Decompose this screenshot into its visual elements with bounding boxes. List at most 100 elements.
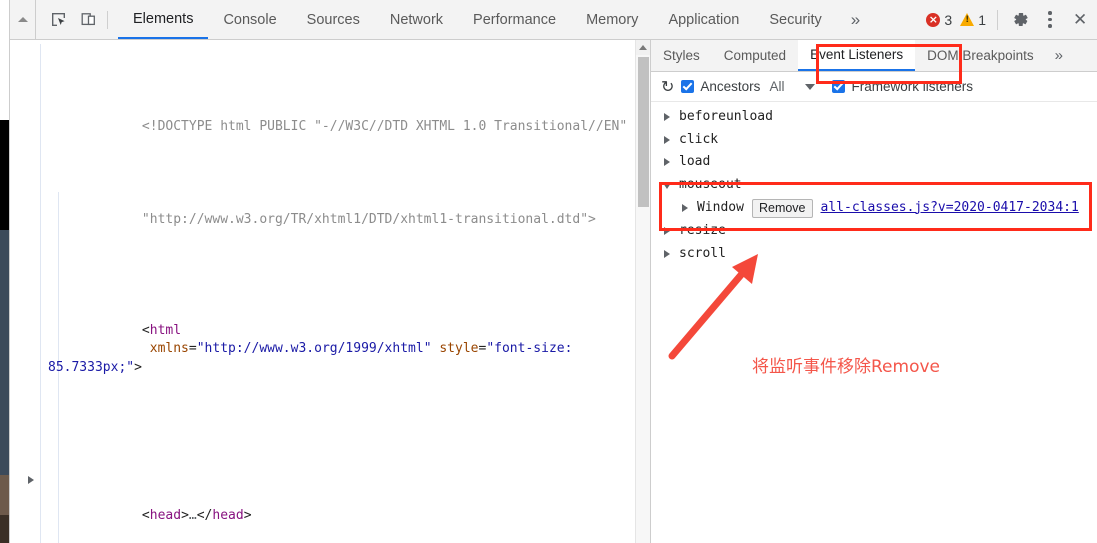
toggle-device-toolbar-button[interactable] [74, 6, 102, 34]
warning-count: 1 [978, 11, 986, 28]
page-strip-band [0, 230, 9, 475]
collapse-button[interactable] [10, 0, 36, 39]
expand-triangle-icon[interactable] [664, 135, 670, 144]
expand-triangle-icon[interactable] [664, 113, 670, 121]
tab-application[interactable]: Application [653, 0, 754, 39]
devtools-toolbar: Elements Console Sources Network Perform… [10, 0, 1097, 40]
close-icon: ✕ [1073, 9, 1087, 29]
event-row-resize[interactable]: resize [651, 220, 1097, 243]
error-icon: × [926, 12, 941, 27]
remove-listener-button[interactable]: Remove [751, 198, 813, 218]
event-row-scroll[interactable]: scroll [651, 243, 1097, 266]
event-row-load[interactable]: load [651, 151, 1097, 174]
expand-triangle-icon[interactable] [664, 227, 670, 235]
framework-listeners-label: Framework listeners [851, 79, 973, 94]
annotation-note: 将监听事件移除Remove [752, 357, 940, 377]
expand-triangle-icon[interactable] [664, 249, 670, 258]
page-strip-band [0, 475, 9, 515]
event-row-beforeunload[interactable]: beforeunload [651, 106, 1097, 129]
tab-dom-breakpoints[interactable]: DOM Breakpoints [915, 40, 1046, 71]
event-name: scroll [679, 245, 726, 261]
toolbar-divider [107, 10, 108, 29]
expand-triangle-icon[interactable] [664, 158, 670, 166]
event-listener-entry-mouseout[interactable]: Window Remove all-classes.js?v=2020-0417… [651, 196, 1097, 220]
tab-memory[interactable]: Memory [571, 0, 653, 39]
dom-line-head[interactable]: <head>…</head> <head>…</head> [10, 470, 650, 543]
event-name: beforeunload [679, 109, 773, 124]
dom-tree: <!DOCTYPE html PUBLIC "-//W3C//DTD XHTML… [10, 40, 650, 543]
event-name: load [679, 154, 711, 169]
tab-network[interactable]: Network [375, 0, 458, 39]
refresh-icon[interactable]: ↻ [661, 78, 674, 95]
dom-line-html[interactable]: <html xmlns="http://www.w3.org/1999/xhtm… [10, 303, 650, 414]
dom-line-text: "http://www.w3.org/TR/xhtml1/DTD/xhtml1-… [141, 211, 596, 227]
event-name: click [679, 131, 719, 147]
listener-source-link[interactable]: all-classes.js?v=2020-0417-2034:1 [821, 197, 1079, 220]
tab-sources[interactable]: Sources [292, 0, 375, 39]
framework-checkbox-group[interactable]: Framework listeners [832, 79, 973, 94]
tab-elements[interactable]: Elements [118, 0, 209, 39]
chevron-double-right-icon: » [850, 9, 861, 29]
tab-label: Security [769, 11, 822, 28]
event-name: mouseout [679, 176, 742, 192]
tab-label: Application [668, 11, 740, 28]
devtools-menu-button[interactable] [1035, 5, 1065, 35]
scrollbar-thumb[interactable] [638, 57, 649, 207]
inspect-element-button[interactable] [44, 6, 72, 34]
tab-security[interactable]: Security [754, 0, 836, 39]
caret-up-icon [639, 45, 647, 50]
tab-event-listeners[interactable]: Event Listeners [798, 40, 916, 71]
error-badge[interactable]: × 3 [922, 12, 956, 28]
event-listeners-toolbar: ↻ Ancestors All Framework listeners [651, 72, 1097, 102]
close-devtools-button[interactable]: ✕ [1065, 5, 1095, 35]
dom-tree-panel[interactable]: <!DOCTYPE html PUBLIC "-//W3C//DTD XHTML… [10, 40, 650, 543]
page-strip-band [0, 120, 9, 230]
tab-label: Styles [663, 48, 700, 63]
warning-badge[interactable]: 1 [956, 12, 990, 28]
dom-scrollbar[interactable] [635, 40, 650, 543]
caret-up-icon [17, 17, 28, 22]
settings-button[interactable] [1005, 5, 1035, 35]
chevron-down-icon[interactable] [805, 83, 816, 90]
listener-target: Window [697, 199, 744, 215]
tab-styles[interactable]: Styles [651, 40, 712, 71]
dom-line-doctype[interactable]: <!DOCTYPE html PUBLIC "-//W3C//DTD XHTML… [10, 100, 650, 156]
tab-console[interactable]: Console [208, 0, 291, 39]
ancestors-checkbox[interactable] [681, 80, 695, 93]
tab-label: Console [223, 11, 277, 28]
ancestors-label: Ancestors [700, 79, 761, 94]
expand-triangle-icon[interactable] [28, 475, 34, 484]
toolbar-icon-group [36, 0, 118, 39]
event-row-click[interactable]: click [651, 129, 1097, 152]
tab-label: DOM Breakpoints [927, 48, 1034, 63]
gear-icon [1013, 13, 1028, 26]
kebab-menu-icon [1048, 11, 1052, 28]
tab-label: Computed [723, 48, 787, 63]
tab-computed[interactable]: Computed [712, 40, 798, 71]
event-row-mouseout[interactable]: mouseout [651, 174, 1097, 197]
tab-performance[interactable]: Performance [458, 0, 571, 39]
tab-label: Event Listeners [810, 47, 904, 62]
error-count: 3 [944, 11, 953, 28]
panel-tabs: Elements Console Sources Network Perform… [118, 0, 874, 39]
warning-icon [960, 13, 975, 26]
more-panels-button[interactable]: » [837, 0, 874, 39]
devtools-screenshot: Elements Console Sources Network Perform… [0, 0, 1097, 543]
more-sidebar-tabs-button[interactable]: » [1046, 40, 1072, 71]
expand-triangle-icon[interactable] [682, 204, 688, 212]
scroll-up-button[interactable] [636, 40, 650, 55]
dom-line-text: <!DOCTYPE html PUBLIC "-//W3C//DTD XHTML… [141, 119, 628, 134]
event-filter-select[interactable]: All [767, 79, 784, 94]
tab-label: Performance [473, 11, 557, 28]
toolbar-right-group: × 3 1 ✕ [922, 0, 1097, 39]
devtools-window: Elements Console Sources Network Perform… [9, 0, 1097, 543]
tab-label: Elements [133, 10, 194, 27]
framework-listeners-checkbox[interactable] [832, 80, 846, 93]
devtools-panels: <!DOCTYPE html PUBLIC "-//W3C//DTD XHTML… [10, 40, 1097, 543]
tab-label: Network [389, 11, 444, 28]
inspect-cursor-icon [51, 13, 65, 26]
dom-line-doctype-cont[interactable]: "http://www.w3.org/TR/xhtml1/DTD/xhtml1-… [10, 192, 650, 248]
tab-label: Sources [306, 11, 360, 28]
ancestors-checkbox-group[interactable]: Ancestors [681, 79, 760, 94]
collapse-triangle-icon[interactable] [663, 182, 671, 193]
